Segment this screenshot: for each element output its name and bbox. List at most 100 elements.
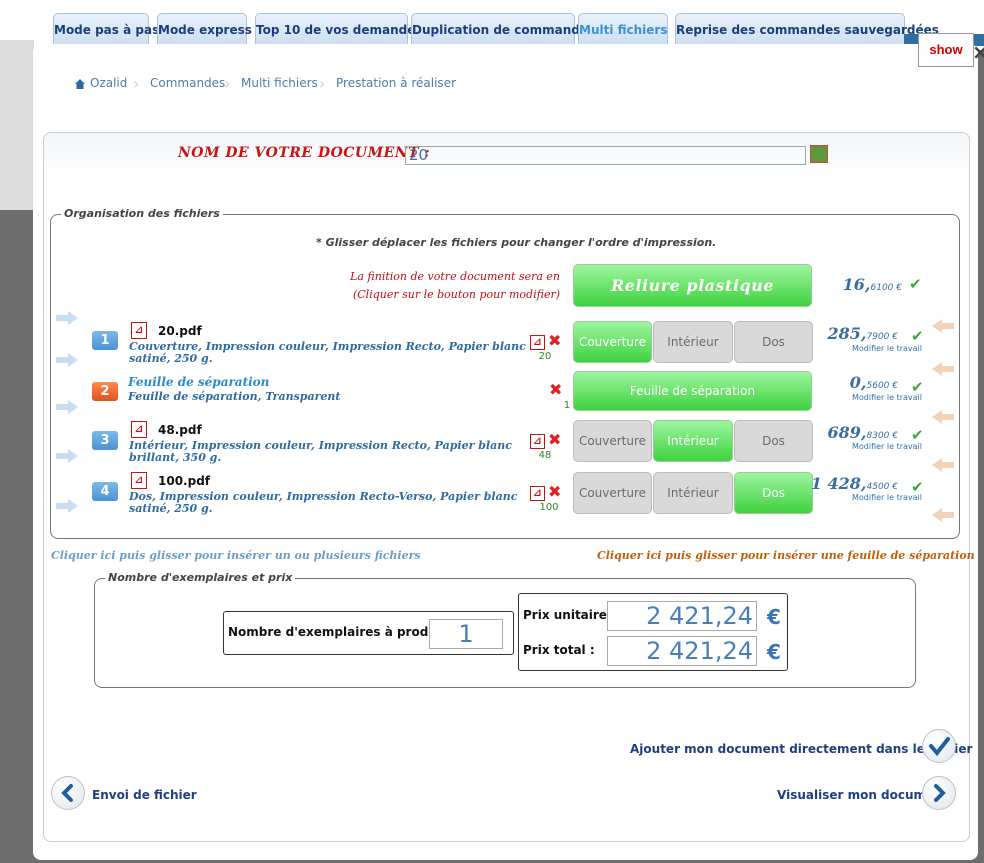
delete-icon[interactable]: ✖ xyxy=(548,484,561,500)
back-button[interactable] xyxy=(51,776,85,810)
file-price-dec: 7900 € xyxy=(866,332,899,342)
pdf-icon: ⊿ xyxy=(131,472,147,489)
finish-note-line1: La finition de votre document sera en xyxy=(350,270,560,283)
delete-icon[interactable]: ✖ xyxy=(548,432,561,448)
finish-price: 16,6100 € xyxy=(820,275,902,294)
file-price-int: 285, xyxy=(827,324,867,343)
file-price: 0,5600 € xyxy=(810,373,898,392)
pdf-preview-icon[interactable]: ⊿ xyxy=(530,486,545,501)
check-icon: ✔ xyxy=(909,275,922,293)
tab-mode-express[interactable]: Mode express xyxy=(157,13,252,48)
drop-separator-arrow-icon[interactable] xyxy=(932,362,954,376)
check-icon: ✔ xyxy=(911,378,924,396)
file-price: 285,7900 € xyxy=(810,324,898,343)
tab-top-10[interactable]: Top 10 de vos demandes xyxy=(255,13,423,48)
drop-separator-arrow-icon[interactable] xyxy=(932,410,954,424)
file-name: 100.pdf xyxy=(158,474,211,488)
finish-button[interactable]: Reliure plastique xyxy=(573,264,812,307)
euro-symbol: € xyxy=(767,640,781,664)
add-to-cart-button[interactable] xyxy=(922,729,956,763)
tab-multi-fichiers[interactable]: Multi fichiers xyxy=(578,13,668,48)
organisation-legend: Organisation des fichiers xyxy=(61,207,223,220)
file-order-badge: 1 xyxy=(92,331,118,350)
show-button[interactable]: show xyxy=(918,33,974,67)
finish-price-int: 16, xyxy=(842,275,871,294)
file-price-int: 1 428, xyxy=(810,474,867,493)
pdf-preview-icon[interactable]: ⊿ xyxy=(530,434,545,449)
tab-mode-pas-a-pas[interactable]: Mode pas à pas xyxy=(53,13,159,48)
copies-input[interactable]: 1 xyxy=(429,619,503,649)
drop-separator-arrow-icon[interactable] xyxy=(932,508,954,522)
file-description: satiné, 250 g. xyxy=(129,502,213,515)
save-icon[interactable] xyxy=(810,145,828,163)
file-price-int: 0, xyxy=(849,373,867,392)
page-count: 100 xyxy=(539,502,559,513)
breadcrumb-item-ozalid[interactable]: Ozalid xyxy=(90,76,127,90)
finish-note-line2: (Cliquer sur le bouton pour modifier) xyxy=(352,288,560,301)
file-description: brillant, 350 g. xyxy=(129,451,222,464)
drop-arrow-icon[interactable] xyxy=(56,449,78,463)
breadcrumb: Ozalid › Commandes › Multi fichiers › Pr… xyxy=(75,74,475,94)
preview-button[interactable] xyxy=(922,776,956,810)
file-price-dec: 8300 € xyxy=(866,431,899,441)
dos-button[interactable]: Dos xyxy=(734,472,813,514)
check-icon: ✔ xyxy=(911,327,924,345)
drop-arrow-icon[interactable] xyxy=(56,353,78,367)
tab-duplication[interactable]: Duplication de commande xyxy=(411,13,588,48)
interieur-button[interactable]: Intérieur xyxy=(653,321,733,363)
couverture-button[interactable]: Couverture xyxy=(573,472,652,514)
breadcrumb-item-commandes[interactable]: Commandes xyxy=(150,76,225,90)
file-description: Feuille de séparation, Transparent xyxy=(128,390,341,403)
pdf-preview-icon[interactable]: ⊿ xyxy=(530,335,545,350)
file-price: 689,8300 € xyxy=(810,423,898,442)
interieur-button[interactable]: Intérieur xyxy=(653,420,733,462)
couverture-button[interactable]: Couverture xyxy=(573,420,652,462)
quantity-legend: Nombre d'exemplaires et prix xyxy=(105,571,296,584)
dos-button[interactable]: Dos xyxy=(734,420,813,462)
total-price-value: 2 421,24 xyxy=(607,636,757,666)
checkmark-icon xyxy=(929,737,950,757)
drop-arrow-icon[interactable] xyxy=(56,499,78,513)
delete-icon[interactable]: ✖ xyxy=(548,333,561,349)
drop-arrow-icon[interactable] xyxy=(56,311,78,325)
file-price-int: 689, xyxy=(827,423,867,442)
drop-separator-arrow-icon[interactable] xyxy=(932,458,954,472)
file-name: 48.pdf xyxy=(158,423,202,437)
drop-arrow-icon[interactable] xyxy=(56,400,78,414)
file-price: 1 428,4500 € xyxy=(810,474,898,493)
file-price-dec: 5600 € xyxy=(866,381,899,391)
chevron-left-icon xyxy=(61,784,73,802)
separation-button[interactable]: Feuille de séparation xyxy=(573,371,812,411)
page-backdrop-left xyxy=(0,40,34,210)
close-icon[interactable]: × xyxy=(972,40,984,64)
reorder-instruction: * Glisser déplacer les fichiers pour cha… xyxy=(316,236,717,249)
file-price-dec: 4500 € xyxy=(866,482,899,492)
modify-link[interactable]: Modifier le travail xyxy=(852,344,922,353)
drop-separator-arrow-icon[interactable] xyxy=(932,319,954,333)
couverture-button[interactable]: Couverture xyxy=(573,321,652,363)
document-name-input[interactable]: 20 xyxy=(405,146,806,165)
breadcrumb-separator-icon: › xyxy=(319,74,326,93)
total-price-label: Prix total : xyxy=(523,643,595,657)
delete-icon[interactable]: ✖ xyxy=(549,382,562,398)
finish-price-dec: 6100 € xyxy=(870,283,903,293)
pdf-icon: ⊿ xyxy=(131,322,147,339)
breadcrumb-item-prestation: Prestation à réaliser xyxy=(336,76,456,90)
finish-note: La finition de votre document sera en (C… xyxy=(300,268,560,304)
breadcrumb-item-multi-fichiers[interactable]: Multi fichiers xyxy=(241,76,318,90)
breadcrumb-separator-icon: › xyxy=(224,74,231,93)
check-icon: ✔ xyxy=(911,426,924,444)
pdf-icon: ⊿ xyxy=(131,421,147,438)
file-description: satiné, 250 g. xyxy=(129,352,213,365)
back-label[interactable]: Envoi de fichier xyxy=(92,788,197,802)
breadcrumb-separator-icon: › xyxy=(133,74,140,93)
euro-symbol: € xyxy=(767,605,781,629)
chevron-right-icon xyxy=(934,784,946,802)
dos-button[interactable]: Dos xyxy=(734,321,813,363)
interieur-button[interactable]: Intérieur xyxy=(653,472,733,514)
insert-separator-link[interactable]: Cliquer ici puis glisser pour insérer un… xyxy=(597,549,975,562)
document-name-label: NOM DE VOTRE DOCUMENT : xyxy=(178,145,431,161)
tab-reprise[interactable]: Reprise des commandes sauvegardées xyxy=(675,13,939,48)
file-order-badge: 3 xyxy=(92,431,118,450)
insert-files-link[interactable]: Cliquer ici puis glisser pour insérer un… xyxy=(51,549,421,562)
